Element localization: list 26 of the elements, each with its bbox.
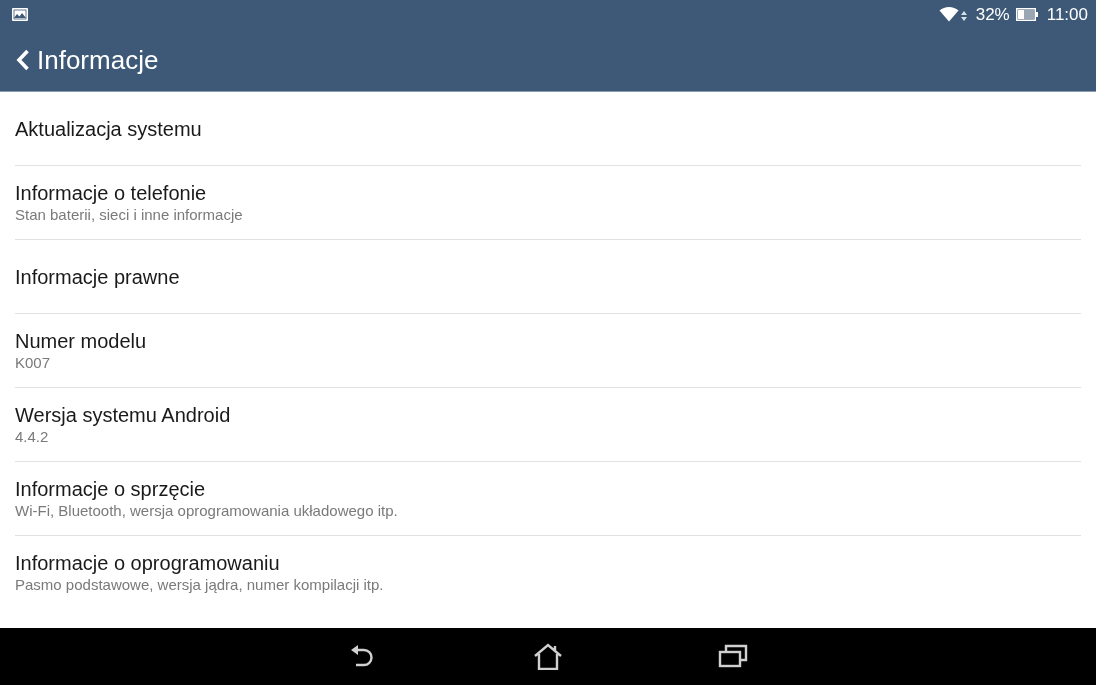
settings-item[interactable]: Numer modelu K007 bbox=[0, 314, 1096, 387]
item-summary: K007 bbox=[15, 352, 51, 373]
image-icon bbox=[12, 7, 28, 21]
clock-time: 11:00 bbox=[1046, 5, 1088, 23]
item-summary: 4.4.2 bbox=[15, 426, 49, 447]
screen-title: Informacje bbox=[37, 46, 159, 73]
battery-icon bbox=[1015, 7, 1038, 21]
item-summary: Pasmo podstawowe, wersja jądra, numer kompilacji itp. bbox=[15, 574, 384, 595]
settings-item[interactable]: Informacje o oprogramowaniu Pasmo podstawowe, wersja jądra, numer kompilacji itp. bbox=[0, 536, 1096, 609]
settings-item[interactable]: Informacje o telefonie Stan baterii, sieci i inne informacje bbox=[0, 166, 1096, 239]
item-summary: Wi-Fi, Bluetooth, wersja oprogramowania układowego itp. bbox=[15, 500, 398, 521]
settings-item[interactable]: Informacje prawne bbox=[0, 240, 1096, 313]
data-arrows-icon bbox=[960, 11, 967, 21]
item-title: Wersja systemu Android bbox=[15, 402, 231, 427]
battery-percent: 32% bbox=[975, 5, 1010, 23]
wifi-icon bbox=[938, 6, 959, 22]
settings-item[interactable]: Informacje o sprzęcie Wi-Fi, Bluetooth, wersja oprogramowania układowego itp. bbox=[0, 462, 1096, 535]
item-title: Informacje o telefonie bbox=[15, 180, 207, 205]
settings-item[interactable]: Wersja systemu Android 4.4.2 bbox=[0, 388, 1096, 461]
item-title: Informacje o oprogramowaniu bbox=[15, 550, 280, 575]
item-title: Numer modelu bbox=[15, 328, 147, 353]
item-summary: Stan baterii, sieci i inne informacje bbox=[15, 204, 243, 225]
item-title: Informacje prawne bbox=[15, 264, 180, 289]
item-title: Aktualizacja systemu bbox=[15, 116, 202, 141]
settings-item[interactable]: Aktualizacja systemu bbox=[0, 92, 1096, 165]
item-title: Informacje o sprzęcie bbox=[15, 476, 206, 501]
